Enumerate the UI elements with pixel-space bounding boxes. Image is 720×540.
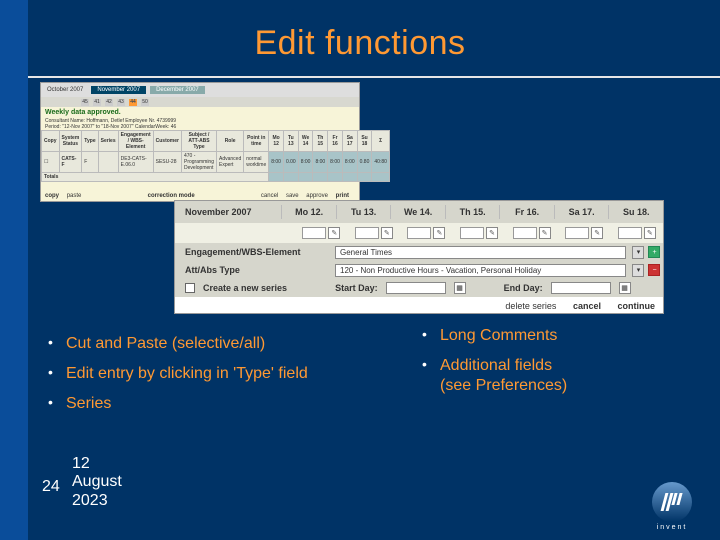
hours-input[interactable] (513, 227, 537, 239)
end-day-input[interactable] (551, 282, 611, 294)
note-icon[interactable]: ✎ (644, 227, 656, 239)
note-icon[interactable]: ✎ (328, 227, 340, 239)
engagement-dropdown[interactable]: General Times (335, 246, 626, 259)
attabs-row: Att/Abs Type 120 - Non Productive Hours … (175, 261, 663, 279)
approval-status: Weekly data approved. (41, 107, 359, 118)
delete-series-link[interactable]: delete series (505, 301, 556, 311)
series-checkbox[interactable] (185, 283, 195, 293)
hours-input[interactable] (618, 227, 642, 239)
month-tabs: October 2007 November 2007 December 2007 (41, 83, 359, 97)
note-icon[interactable]: ✎ (591, 227, 603, 239)
hours-input[interactable] (407, 227, 431, 239)
left-accent-bar (0, 0, 28, 540)
day-header-row: November 2007 Mo 12. Tu 13. We 14. Th 15… (175, 201, 663, 223)
hours-input[interactable] (460, 227, 484, 239)
hours-input[interactable] (355, 227, 379, 239)
bullets-right: Long Comments Additional fields (see Pre… (422, 326, 682, 406)
hours-input-row: ✎ ✎ ✎ ✎ ✎ ✎ ✎ (175, 223, 663, 243)
series-row: Create a new series Start Day: ▦ End Day… (175, 279, 663, 297)
note-icon[interactable]: ✎ (539, 227, 551, 239)
edit-dialog-screenshot: November 2007 Mo 12. Tu 13. We 14. Th 15… (174, 200, 664, 314)
slide-title: Edit functions (0, 24, 720, 63)
calendar-icon[interactable]: ▦ (454, 282, 466, 294)
hp-logo: invent (642, 482, 702, 522)
hours-input[interactable] (565, 227, 589, 239)
start-day-input[interactable] (386, 282, 446, 294)
slide-date: 12 August 2023 (72, 455, 122, 510)
cancel-link[interactable]: cancel (573, 301, 601, 311)
engagement-row: Engagement/WBS-Element General Times ▾ + (175, 243, 663, 261)
chevron-down-icon[interactable]: ▾ (632, 246, 644, 259)
attabs-dropdown[interactable]: 120 - Non Productive Hours - Vacation, P… (335, 264, 626, 277)
note-icon[interactable]: ✎ (433, 227, 445, 239)
remove-icon[interactable]: − (648, 264, 660, 276)
week-selector: 45 41 42 43 44 50 (41, 97, 359, 107)
divider-line (28, 76, 720, 78)
list-item: Series (48, 394, 388, 414)
bullets-left: Cut and Paste (selective/all) Edit entry… (48, 334, 388, 424)
hours-input[interactable] (302, 227, 326, 239)
list-item: Long Comments (422, 326, 682, 346)
action-bar: copy paste correction mode cancel save a… (45, 193, 355, 199)
chevron-down-icon[interactable]: ▾ (632, 264, 644, 277)
add-icon[interactable]: + (648, 246, 660, 258)
timesheet-screenshot: October 2007 November 2007 December 2007… (40, 82, 360, 202)
note-icon[interactable]: ✎ (486, 227, 498, 239)
continue-link[interactable]: continue (618, 301, 656, 311)
dialog-actions: delete series cancel continue (491, 301, 655, 311)
calendar-icon[interactable]: ▦ (619, 282, 631, 294)
timesheet-grid: CopySystem Status TypeSeries Engagement … (41, 130, 390, 182)
slide-number: 24 (42, 478, 60, 496)
list-item: Cut and Paste (selective/all) (48, 334, 388, 354)
totals-row: Totals (42, 173, 390, 182)
note-icon[interactable]: ✎ (381, 227, 393, 239)
list-item: Additional fields (see Preferences) (422, 356, 682, 396)
table-row: ☐ CATS-F F DE3-CATS-E.06.0 SESU-28 470 -… (42, 152, 390, 173)
list-item: Edit entry by clicking in 'Type' field (48, 364, 388, 384)
